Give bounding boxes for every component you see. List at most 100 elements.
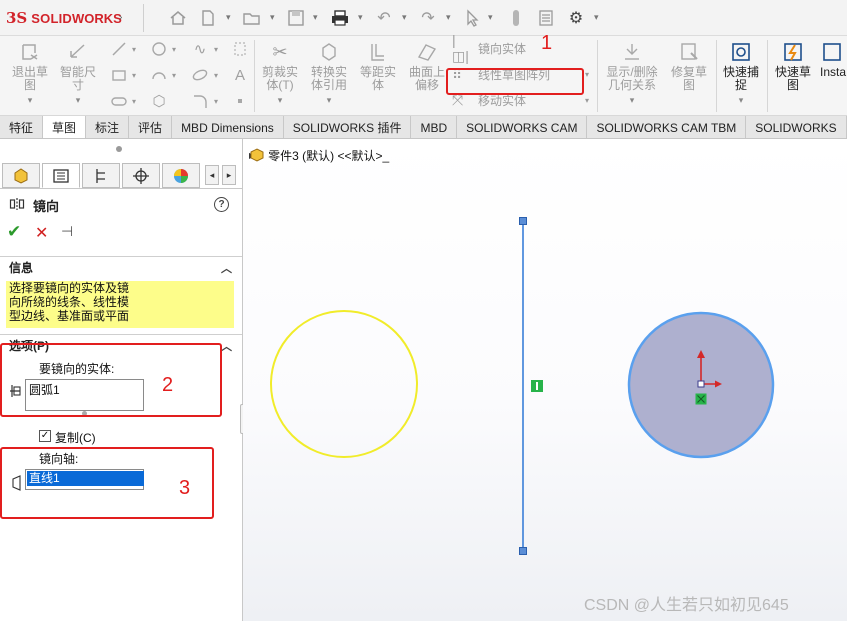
fillet-icon[interactable]	[191, 92, 209, 110]
chevron-down-icon[interactable]: ▾	[402, 12, 407, 23]
chevron-down-icon[interactable]: ▾	[446, 12, 451, 23]
sketch-geometry	[270, 217, 775, 555]
chevron-right-icon[interactable]: ›	[119, 12, 122, 23]
tab-scroll-right-icon[interactable]: ▸	[222, 165, 236, 185]
instant2d-label: Insta	[820, 65, 847, 79]
info-section-header[interactable]: 信息 ︿	[0, 256, 242, 278]
chevron-down-icon[interactable]: ▾	[132, 97, 136, 106]
offset-on-surface-button[interactable]: 曲面上 偏移	[405, 38, 449, 114]
chevron-down-icon[interactable]: ▾	[132, 71, 136, 80]
chevron-up-icon[interactable]: ︿	[221, 338, 232, 354]
tab-8[interactable]: SOLIDWORKS CAM TBM	[587, 116, 747, 138]
convert-entities-button[interactable]: 转换实 体引用 ▾	[307, 38, 351, 114]
line-icon[interactable]	[110, 40, 128, 58]
origin-point[interactable]	[697, 380, 705, 388]
instant2d-icon	[820, 40, 844, 64]
chevron-down-icon[interactable]: ▾	[214, 45, 218, 54]
copy-checkbox[interactable]: ✓	[39, 430, 51, 442]
rebuild-icon[interactable]	[506, 8, 526, 28]
tab-0[interactable]: 特征	[0, 116, 44, 138]
relations-label: 显示/删除 几何关系	[606, 65, 658, 92]
mirror-result-circle[interactable]	[270, 310, 418, 458]
tab-2[interactable]: 标注	[86, 116, 130, 138]
chevron-down-icon[interactable]: ▾	[270, 12, 275, 23]
chevron-down-icon[interactable]: ▾	[76, 94, 81, 107]
panel-grip[interactable]	[116, 146, 122, 152]
chevron-down-icon[interactable]: ▾	[172, 71, 176, 80]
graphics-area[interactable]: ▶ 零件3 (默认) <<默认>_ CSDN @	[243, 139, 847, 621]
exit-sketch-button[interactable]: 退出草 图 ▾	[8, 38, 52, 114]
chevron-down-icon[interactable]: ▾	[278, 94, 283, 107]
mirror-entities-button[interactable]: |◫| 镜向实体	[452, 32, 526, 64]
file-properties-icon[interactable]	[536, 8, 556, 28]
pin-button[interactable]: ⊣	[61, 223, 73, 240]
home-icon[interactable]	[168, 8, 188, 28]
tab-scroll-left-icon[interactable]: ◂	[205, 165, 219, 185]
offset-entities-button[interactable]: 等距实 体	[356, 38, 400, 114]
rapid-sketch-button[interactable]: 快速草 图	[771, 38, 815, 114]
point-icon[interactable]	[231, 92, 249, 110]
chevron-down-icon[interactable]: ▾	[214, 97, 218, 106]
chevron-down-icon[interactable]: ▾	[488, 12, 493, 23]
chevron-down-icon[interactable]: ▾	[585, 70, 589, 79]
ribbon-divider	[597, 40, 598, 112]
cancel-button[interactable]: ✕	[35, 223, 48, 243]
configuration-manager-tab[interactable]	[82, 163, 120, 188]
trim-entities-button[interactable]: ✂ 剪裁实 体(T) ▾	[258, 38, 302, 114]
line-endpoint-handle[interactable]	[519, 217, 527, 225]
property-manager-tab[interactable]	[42, 163, 80, 188]
display-delete-relations-button[interactable]: 显示/删除 几何关系 ▾	[602, 38, 662, 114]
chevron-up-icon[interactable]: ︿	[221, 260, 232, 276]
tab-3[interactable]: 评估	[129, 116, 173, 138]
smart-dimension-button[interactable]: 智能尺 寸 ▾	[56, 38, 100, 114]
quick-snaps-button[interactable]: 快速捕 捉 ▾	[719, 38, 763, 114]
chevron-down-icon[interactable]: ▾	[172, 45, 176, 54]
annotation-box-2	[0, 343, 222, 417]
tab-4[interactable]: MBD Dimensions	[172, 116, 284, 138]
open-folder-icon[interactable]	[242, 8, 262, 28]
chevron-down-icon[interactable]: ▾	[313, 12, 318, 23]
help-icon[interactable]: ?	[214, 197, 229, 212]
dimxpert-manager-tab[interactable]	[122, 163, 160, 188]
polygon-icon[interactable]: ⬡	[150, 92, 168, 110]
gear-icon[interactable]: ⚙	[566, 8, 586, 28]
chevron-down-icon[interactable]: ▾	[358, 12, 363, 23]
select-pointer-icon[interactable]	[462, 8, 482, 28]
slot-icon[interactable]	[110, 92, 128, 110]
chevron-down-icon[interactable]: ▾	[214, 71, 218, 80]
line-endpoint-handle[interactable]	[519, 547, 527, 555]
undo-icon[interactable]: ↶	[374, 8, 394, 28]
save-icon[interactable]	[286, 8, 306, 28]
tab-7[interactable]: SOLIDWORKS CAM	[457, 116, 588, 138]
ok-button[interactable]: ✔	[7, 222, 21, 242]
repair-sketch-button[interactable]: 修复草 图	[667, 38, 711, 114]
chevron-down-icon[interactable]: ▾	[132, 45, 136, 54]
info-text-line: 选择要镜向的实体及镜	[9, 281, 130, 295]
chevron-down-icon[interactable]: ▾	[739, 94, 744, 107]
display-manager-tab[interactable]	[162, 163, 200, 188]
circle-icon[interactable]	[150, 40, 168, 58]
spline-icon[interactable]: ∿	[191, 40, 209, 58]
feature-manager-tab[interactable]	[2, 163, 40, 188]
tab-6[interactable]: MBD	[411, 116, 458, 138]
text-icon[interactable]: A	[231, 66, 249, 84]
print-icon[interactable]	[330, 8, 350, 28]
redo-icon[interactable]: ↷	[418, 8, 438, 28]
chevron-down-icon[interactable]: ▾	[226, 12, 231, 23]
solidworks-logo[interactable]: 3S SOLID WORKS	[6, 9, 122, 27]
new-document-icon[interactable]	[198, 8, 218, 28]
arc-icon[interactable]	[150, 66, 168, 84]
chevron-down-icon[interactable]: ▾	[594, 12, 599, 23]
construction-geometry-icon[interactable]	[231, 40, 249, 58]
tab-9[interactable]: SOLIDWORKS	[746, 116, 847, 138]
chevron-down-icon[interactable]: ▾	[585, 96, 589, 105]
instant2d-button[interactable]: Insta	[820, 38, 847, 114]
chevron-down-icon[interactable]: ▾	[630, 94, 635, 107]
tab-5[interactable]: SOLIDWORKS 插件	[283, 116, 412, 138]
chevron-down-icon[interactable]: ▾	[28, 94, 33, 107]
ellipse-icon[interactable]	[191, 66, 209, 84]
tab-1[interactable]: 草图	[43, 116, 87, 138]
panel-title-text: 镜向	[33, 199, 60, 214]
rectangle-icon[interactable]	[110, 66, 128, 84]
chevron-down-icon[interactable]: ▾	[327, 94, 332, 107]
